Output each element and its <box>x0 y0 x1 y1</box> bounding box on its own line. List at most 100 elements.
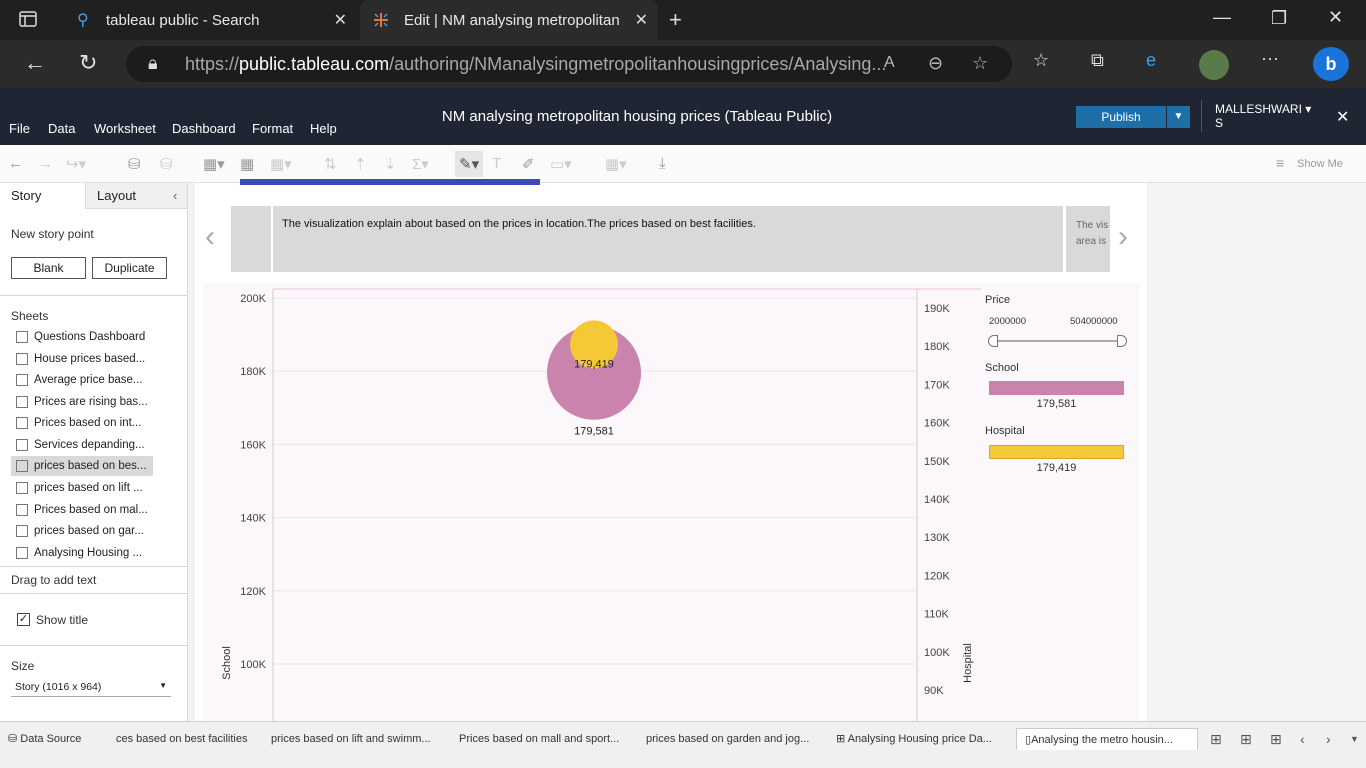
sheet-tab[interactable]: prices based on lift and swimm... <box>271 728 449 750</box>
show-me-button[interactable]: Show Me <box>1297 158 1343 170</box>
collapse-icon[interactable]: ‹ <box>173 188 177 203</box>
worksheet-icon <box>16 525 28 537</box>
tabs-menu-icon[interactable]: ▼ <box>1350 728 1359 750</box>
price-slider-min-handle[interactable] <box>988 335 998 347</box>
hospital-legend-value: 179,419 <box>1036 462 1077 474</box>
totals-icon[interactable]: Σ▾ <box>412 155 429 173</box>
sheet-item[interactable]: Services depanding... <box>11 435 153 455</box>
sheet-item[interactable]: Average price base... <box>11 370 153 390</box>
tab-label: prices based on lift and swimm... <box>271 733 431 745</box>
new-worksheet-tab-icon[interactable]: ⊞ <box>1210 728 1222 750</box>
download-icon[interactable]: ⤓ <box>659 155 666 172</box>
size-select[interactable]: Story (1016 x 964) ▼ <box>11 681 171 697</box>
publish-dropdown-icon[interactable]: ▼ <box>1167 106 1190 128</box>
avatar[interactable] <box>1199 50 1229 80</box>
duplicate-button[interactable]: Duplicate <box>92 257 167 279</box>
labels-icon[interactable]: T <box>492 155 501 172</box>
more-icon[interactable]: ··· <box>1261 48 1279 69</box>
sheet-item[interactable]: Questions Dashboard <box>11 327 153 347</box>
caption-prev[interactable] <box>231 206 271 272</box>
sheet-item[interactable]: House prices based... <box>11 349 153 369</box>
ie-mode-icon[interactable]: e <box>1146 50 1156 71</box>
tab-tableau-edit[interactable]: Edit | NM analysing metropolitan ✕ <box>360 0 658 40</box>
back-icon[interactable]: ← <box>24 50 46 76</box>
sheet-item[interactable]: Prices are rising bas... <box>11 392 153 412</box>
sheet-item[interactable]: Prices based on int... <box>11 413 153 433</box>
sheet-tab[interactable]: Prices based on mall and sport... <box>459 728 637 750</box>
close-icon[interactable]: ✕ <box>334 10 347 30</box>
duplicate-sheet-icon[interactable]: ▦ <box>240 155 254 173</box>
scroll-right-icon[interactable]: › <box>1326 728 1331 750</box>
sheet-item[interactable]: Prices based on mal... <box>11 500 153 520</box>
new-dashboard-tab-icon[interactable]: ⊞ <box>1240 728 1252 750</box>
drag-text-item[interactable]: Drag to add text <box>11 573 96 587</box>
school-legend-title: School <box>985 362 1019 374</box>
close-editor-icon[interactable]: ✕ <box>1336 107 1349 127</box>
sheet-item[interactable]: Analysing Housing ... <box>11 543 153 563</box>
replay-icon[interactable]: ↪▾ <box>66 155 86 173</box>
hospital-legend-swatch[interactable] <box>989 445 1124 459</box>
collections-icon[interactable]: ⧉ <box>1091 50 1104 71</box>
add-favorite-icon[interactable]: ☆ <box>972 53 988 74</box>
chart-svg[interactable]: 200K 180K 160K 140K 120K 100K 190K 180K 170K 160… <box>203 283 983 721</box>
sheet-tab[interactable]: ces based on best facilities <box>116 728 264 750</box>
favorites-icon[interactable]: ☆ <box>1033 50 1049 71</box>
zoom-icon[interactable]: ⊖ <box>928 53 943 74</box>
undo-icon[interactable]: ← <box>8 155 23 172</box>
scroll-left-icon[interactable]: ‹ <box>1300 728 1305 750</box>
dashboard-tab[interactable]: ⊞ Analysing Housing price Da... <box>836 728 1006 750</box>
presentation-icon[interactable]: ▦▾ <box>605 155 627 173</box>
next-point-icon[interactable]: › <box>1118 220 1128 254</box>
story-caption-next[interactable]: The vis area is <box>1066 206 1110 272</box>
user-menu[interactable]: MALLESHWARI ▾ S <box>1215 102 1311 130</box>
sort-desc-icon[interactable]: ⇣ <box>384 155 397 173</box>
datasource-icon[interactable]: ⛁ <box>160 155 173 173</box>
restore-icon[interactable]: ❐ <box>1271 8 1287 29</box>
sort-asc-icon[interactable]: ⇡ <box>354 155 367 173</box>
worksheet-icon <box>16 417 28 429</box>
fit-icon[interactable]: ▭▾ <box>550 155 572 173</box>
tab-layout[interactable]: Layout <box>85 183 187 209</box>
refresh-icon[interactable]: ↻ <box>79 50 97 76</box>
bing-icon[interactable]: b <box>1313 47 1349 81</box>
sheet-item[interactable]: prices based on lift ... <box>11 478 153 498</box>
story-tab-active[interactable]: ▯Analysing the metro housin... <box>1016 728 1198 750</box>
story-caption-current[interactable]: The visualization explain about based on… <box>273 206 1063 272</box>
right-axis-ticks: 190K 180K 170K 160K 150K 140K 130K 120K 110K 100K… <box>924 303 950 697</box>
sheet-label: prices based on gar... <box>34 525 144 537</box>
minimize-icon[interactable]: — <box>1213 7 1231 28</box>
annotate-icon[interactable]: ✐ <box>522 155 535 173</box>
lock-icon[interactable]: 🔒︎ <box>148 53 158 74</box>
publish-button[interactable]: Publish <box>1076 106 1166 128</box>
new-datasource-icon[interactable]: ⛁ <box>128 155 141 173</box>
swap-icon[interactable]: ⇅ <box>324 155 337 173</box>
previous-point-icon[interactable]: ‹ <box>205 220 215 254</box>
window-close-icon[interactable]: ✕ <box>1328 7 1343 28</box>
redo-icon[interactable]: → <box>38 155 53 172</box>
read-aloud-icon[interactable]: A <box>884 54 895 72</box>
url-field[interactable]: https://public.tableau.com/authoring/NMa… <box>126 46 1012 82</box>
close-icon[interactable]: ✕ <box>635 10 648 30</box>
show-me-icon[interactable]: ≡ <box>1276 155 1284 171</box>
blank-button[interactable]: Blank <box>11 257 86 279</box>
highlight-icon[interactable]: ✎▾ <box>455 151 483 177</box>
new-tab-icon[interactable]: + <box>669 7 682 33</box>
new-story-tab-icon[interactable]: ⊞ <box>1270 728 1282 750</box>
tab-search[interactable]: ⚲ tableau public - Search ✕ <box>62 0 357 40</box>
new-story-point-label: New story point <box>11 227 94 241</box>
sheet-item-selected[interactable]: prices based on bes... <box>11 456 153 476</box>
sheet-tab[interactable]: prices based on garden and jog... <box>646 728 824 750</box>
tab-actions-icon[interactable] <box>18 9 38 34</box>
tab-data-source[interactable]: ⛁ Data Source <box>8 728 108 750</box>
worksheet-icon <box>16 353 28 365</box>
chart-marks: 179,419 179,581 <box>547 320 641 438</box>
price-slider-track[interactable] <box>992 340 1122 342</box>
clear-sheet-icon[interactable]: ▦▾ <box>270 155 292 173</box>
new-worksheet-icon[interactable]: ▦▾ <box>203 155 225 173</box>
left-axis-label: School <box>221 646 233 680</box>
dashboard-icon <box>16 331 28 343</box>
sheet-item[interactable]: prices based on gar... <box>11 521 153 541</box>
tab-story[interactable]: Story <box>0 183 85 209</box>
school-legend-swatch[interactable] <box>989 381 1124 395</box>
show-title-checkbox[interactable]: ✓ <box>17 613 30 626</box>
